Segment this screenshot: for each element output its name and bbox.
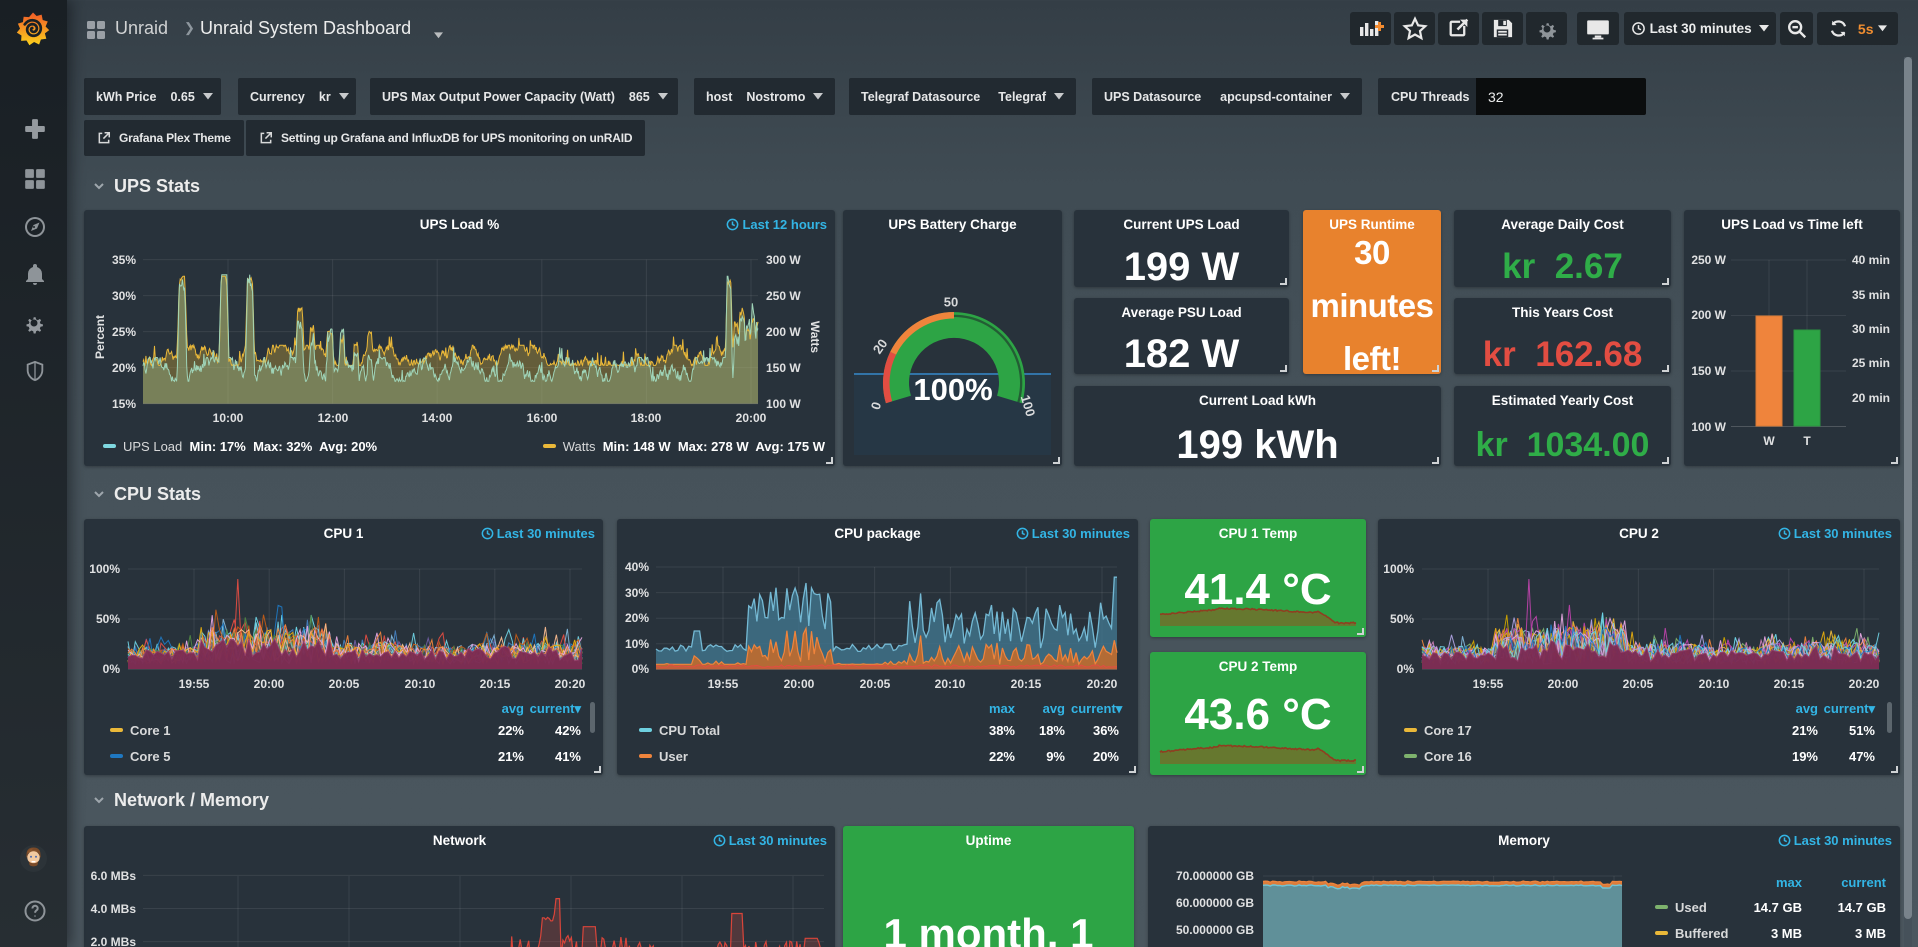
svg-text:50: 50 [944,294,958,309]
svg-text:20: 20 [870,336,891,356]
svg-text:100%: 100% [913,372,992,407]
